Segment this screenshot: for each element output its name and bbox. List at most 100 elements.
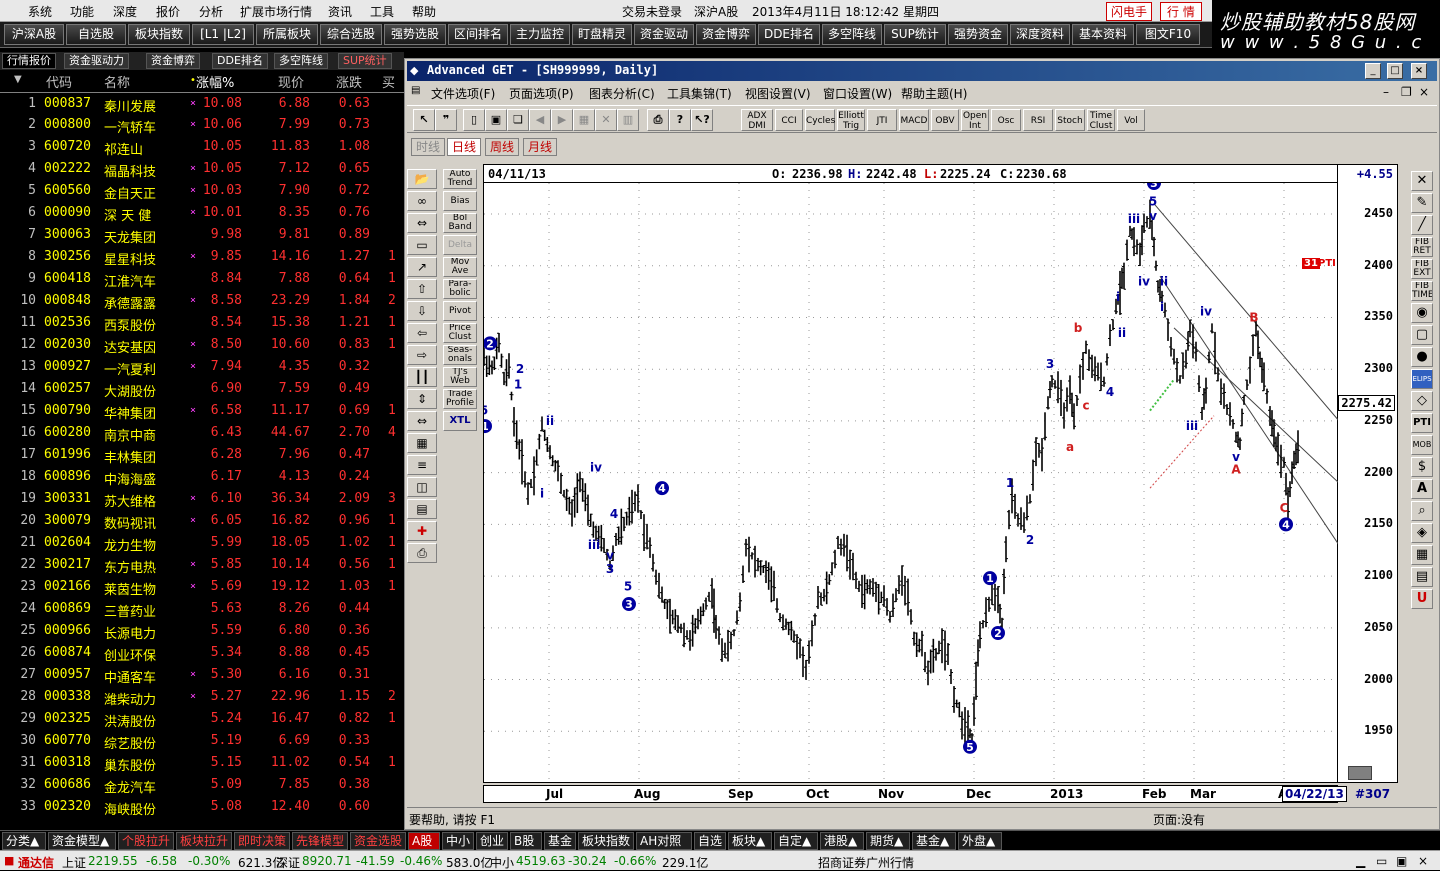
help-icon[interactable]: ?: [669, 109, 691, 131]
sh-index[interactable]: 2219.55: [88, 854, 138, 868]
ind-obv[interactable]: OBV: [931, 109, 959, 131]
ind-open-int[interactable]: Open Int: [961, 109, 989, 131]
menu-function[interactable]: 功能: [70, 3, 94, 20]
status-close-icon[interactable]: ×: [1418, 854, 1428, 868]
tab-monthly[interactable]: 月线: [523, 138, 558, 156]
table-row[interactable]: 9 600418 江淮汽车 8.84 7.88 0.64 1: [0, 268, 404, 290]
study-trade-profile[interactable]: Trade Profile: [443, 389, 477, 409]
tab-weekly[interactable]: 周线: [485, 138, 520, 156]
tb-dde-rank[interactable]: DDE排名: [758, 24, 820, 45]
table-row[interactable]: 15 000790 华神集团 × 6.58 11.17 0.69 1: [0, 400, 404, 422]
menu-depth[interactable]: 深度: [113, 3, 137, 20]
tab-dde-rank[interactable]: DDE排名: [212, 53, 268, 69]
ind-stoch[interactable]: Stoch: [1055, 109, 1085, 131]
pencil-icon[interactable]: ✎: [1411, 193, 1433, 213]
ellipse-icon[interactable]: ◉: [1411, 303, 1433, 323]
tb-sup-stats[interactable]: SUP统计: [884, 24, 946, 45]
tb-l1l2[interactable]: [L1 |L2]: [192, 24, 254, 45]
table-row[interactable]: 21 002604 龙力生物 5.99 18.05 1.02 1: [0, 532, 404, 554]
category-tab-20[interactable]: 外盘▲: [958, 832, 1002, 850]
table-row[interactable]: 3 600720 祁连山 10.05 11.83 1.08: [0, 136, 404, 158]
table-row[interactable]: 30 600770 综艺股份 5.19 6.69 0.33: [0, 730, 404, 752]
category-tab-14[interactable]: 自选: [694, 832, 726, 850]
table-row[interactable]: 28 000338 潍柴动力 × 5.27 22.96 1.15 2: [0, 686, 404, 708]
study-auto-trend[interactable]: Auto Trend: [443, 169, 477, 189]
tb-f10[interactable]: 图文F10: [1136, 24, 1200, 45]
print-icon[interactable]: ⎙: [407, 543, 437, 563]
category-tab-6[interactable]: 资金选股: [350, 832, 406, 850]
category-tab-19[interactable]: 基金▲: [912, 832, 956, 850]
table-row[interactable]: 33 002320 海峡股份 5.08 12.40 0.60: [0, 796, 404, 818]
line-icon[interactable]: ╱: [1411, 215, 1433, 235]
bars-icon[interactable]: ┃┃: [407, 367, 437, 387]
table-row[interactable]: 7 300063 天龙集团 9.98 9.81 0.89: [0, 224, 404, 246]
category-tab-7[interactable]: A股: [408, 832, 440, 850]
maximize-icon[interactable]: □: [1387, 63, 1403, 79]
save-icon[interactable]: ▣: [485, 109, 507, 131]
col-buy[interactable]: 买: [382, 72, 395, 91]
print-tool-icon[interactable]: ⎙: [647, 109, 669, 131]
tab-fund-game[interactable]: 资金博弈: [146, 53, 200, 69]
category-tab-18[interactable]: 期货▲: [866, 832, 910, 850]
reset-icon[interactable]: ⇔: [407, 213, 437, 233]
table-row[interactable]: 13 000927 一汽夏利 × 7.94 4.35 0.32: [0, 356, 404, 378]
tab-long-short[interactable]: 多空阵线: [274, 53, 328, 69]
flash-trade-button[interactable]: 闪电手: [1106, 2, 1153, 21]
category-tab-1[interactable]: 资金模型▲: [48, 832, 116, 850]
table-row[interactable]: 32 600686 金龙汽车 5.09 7.85 0.38: [0, 774, 404, 796]
wmenu-chart[interactable]: 图表分析(C): [589, 85, 655, 102]
table-row[interactable]: 29 002325 洪涛股份 5.24 16.47 0.82 1: [0, 708, 404, 730]
open-icon[interactable]: 📂: [407, 169, 437, 189]
fib-ext-icon[interactable]: FIB EXT: [1411, 259, 1433, 279]
mdi-minimize-icon[interactable]: –: [1383, 85, 1389, 99]
table-row[interactable]: 17 601996 丰林集团 6.28 7.96 0.47: [0, 444, 404, 466]
menu-analysis[interactable]: 分析: [199, 3, 223, 20]
table-row[interactable]: 11 002536 西泵股份 8.54 15.38 1.21 1: [0, 312, 404, 334]
tb-long-short[interactable]: 多空阵线: [822, 24, 882, 45]
study-bias[interactable]: Bias: [443, 191, 477, 211]
fib-icon[interactable]: ▤: [407, 499, 437, 519]
up-icon[interactable]: ⇧: [407, 279, 437, 299]
study-para-bolic[interactable]: Para- bolic: [443, 279, 477, 299]
price-chart[interactable]: 04/11/13 O: 2236.98 H: 2242.48 L: 2225.2…: [483, 164, 1339, 783]
grid-icon[interactable]: ▦: [407, 433, 437, 453]
tab-daily[interactable]: 日线: [447, 138, 482, 156]
cross-tool-icon[interactable]: ✕: [595, 109, 617, 131]
menu-extended-market[interactable]: 扩展市场行情: [240, 3, 312, 20]
zoom-icon[interactable]: ∞: [407, 191, 437, 211]
context-help-icon[interactable]: ↖?: [691, 109, 713, 131]
table-row[interactable]: 1 000837 秦川发展 × 10.08 6.88 0.63: [0, 92, 404, 115]
pti-icon[interactable]: PTI: [1411, 413, 1433, 433]
magnify-icon[interactable]: ⌕: [1411, 501, 1433, 521]
tb-main-monitor[interactable]: 主力监控: [510, 24, 570, 45]
date-axis[interactable]: JulAugSepOctNovDec2013FebMarA 04/22/13: [483, 785, 1347, 803]
menu-quote[interactable]: 报价: [156, 3, 180, 20]
table-row[interactable]: 4 002222 福晶科技 × 10.05 7.12 0.65: [0, 158, 404, 180]
zx-index[interactable]: 4519.63: [516, 854, 566, 868]
study-price-clust[interactable]: Price Clust: [443, 323, 477, 343]
pointer-icon[interactable]: ↖: [413, 109, 435, 131]
close-x-icon[interactable]: ✕: [1411, 171, 1433, 191]
table-row[interactable]: 27 000957 中通客车 × 5.30 6.16 0.31: [0, 664, 404, 686]
table-row[interactable]: 19 300331 苏大维格 × 6.10 36.34 2.09 3: [0, 488, 404, 510]
study-bol-band[interactable]: Bol Band: [443, 213, 477, 233]
sz-index[interactable]: 8920.71: [302, 854, 352, 868]
study-tj-s-web[interactable]: TJ's Web: [443, 367, 477, 387]
ind-cci[interactable]: CCI: [775, 109, 803, 131]
category-tab-11[interactable]: 基金: [544, 832, 576, 850]
table-row[interactable]: 8 300256 星星科技 × 9.85 14.16 1.27 1: [0, 246, 404, 268]
table-row[interactable]: 6 000090 深 天 健 × 10.01 8.35 0.76: [0, 202, 404, 224]
menu-tools[interactable]: 工具: [370, 3, 394, 20]
category-tab-0[interactable]: 分类▲: [2, 832, 46, 850]
table-row[interactable]: 22 300217 东方电热 × 5.85 10.14 0.56 1: [0, 554, 404, 576]
quote-button[interactable]: 行 情: [1160, 2, 1202, 21]
table-row[interactable]: 16 600280 南京中商 6.43 44.67 2.70 4: [0, 422, 404, 444]
cross-icon[interactable]: ✚: [407, 521, 437, 541]
magnet-icon[interactable]: U: [1411, 589, 1433, 609]
tb-basic-data[interactable]: 基本资料: [1072, 24, 1134, 45]
box-icon[interactable]: ▢: [1411, 325, 1433, 345]
wmenu-file[interactable]: 文件选项(F): [431, 85, 495, 102]
tb-strong-fund[interactable]: 强势资金: [948, 24, 1008, 45]
wmenu-page[interactable]: 页面选项(P): [509, 85, 574, 102]
minimize-icon[interactable]: _: [1365, 63, 1381, 79]
